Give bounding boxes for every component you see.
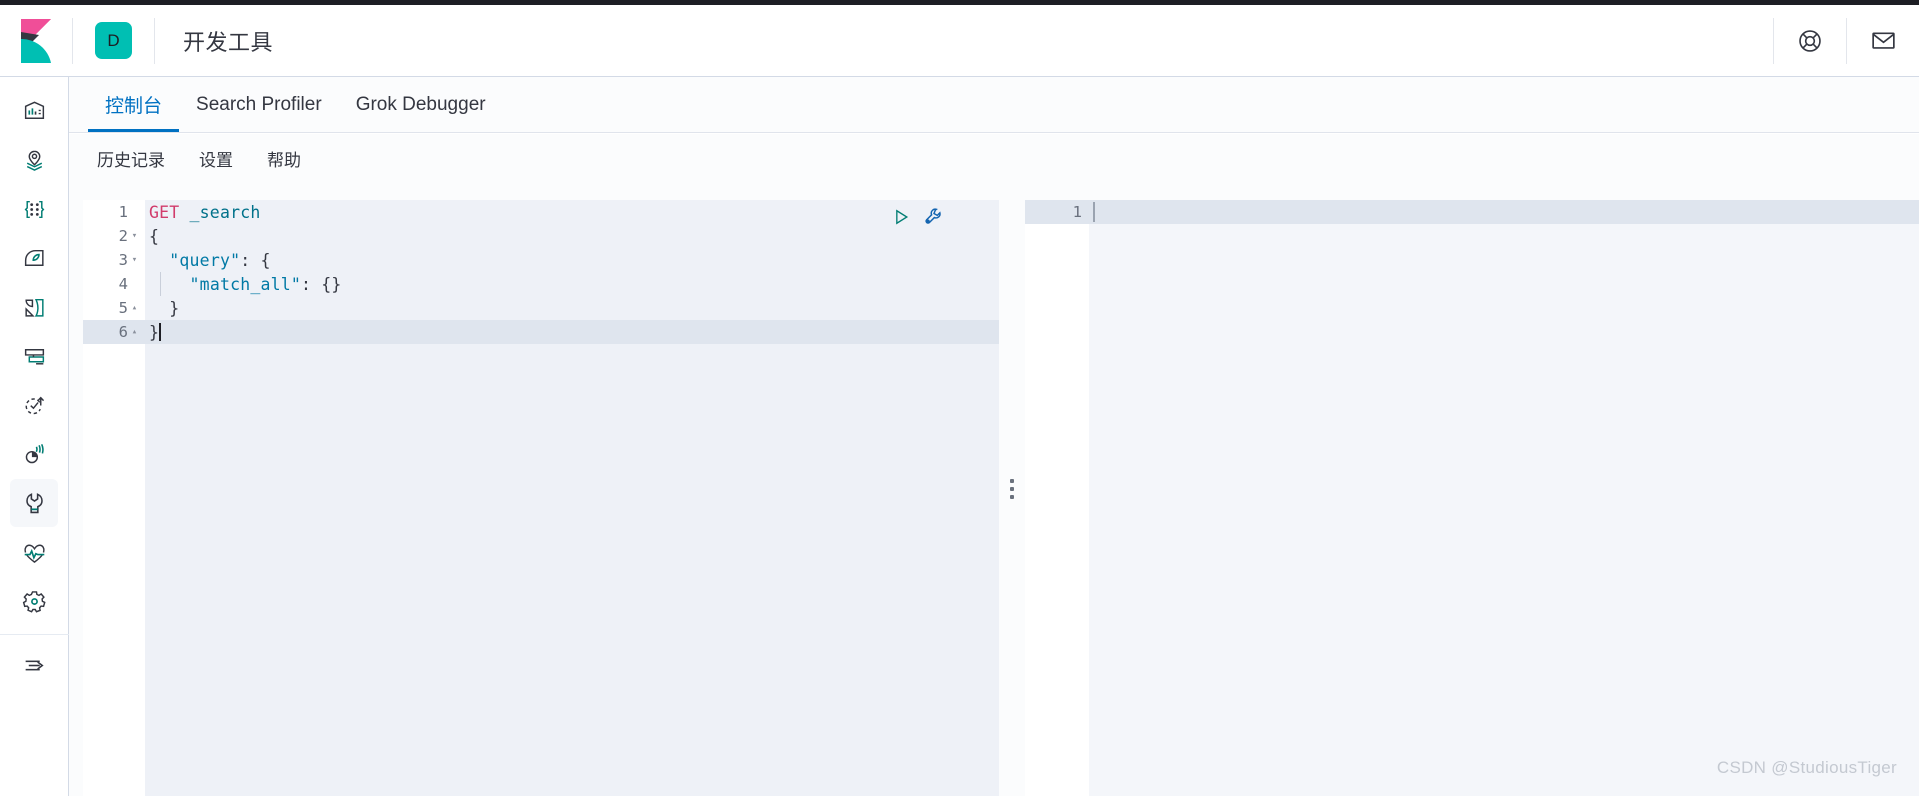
editor-line: 3 ▾ "query": {: [83, 248, 999, 272]
json-punct-token: : {}: [301, 274, 342, 294]
json-key-token: "query": [169, 250, 241, 270]
fold-toggle[interactable]: ▴: [128, 296, 141, 320]
line-number: 4: [83, 272, 145, 296]
editor-code-line: {: [149, 226, 160, 246]
tab-grok-debugger[interactable]: Grok Debugger: [339, 77, 503, 132]
editor-code-line: "match_all": {}: [145, 275, 342, 294]
editor-code-line: "query": {: [145, 251, 271, 270]
response-line-number: 1: [1025, 200, 1089, 224]
json-punct-token: }: [169, 298, 180, 318]
line-number-text: 5: [118, 299, 128, 317]
editor-code-line: GET _search: [145, 203, 260, 222]
pane-resize-handle[interactable]: [999, 182, 1025, 796]
space-avatar: D: [95, 22, 132, 59]
response-gutter: [1025, 200, 1089, 796]
editor-lines: 1 GET _search 2 ▾ { 3 ▾ "query": {4 "ma…: [83, 200, 999, 796]
watermark: CSDN @StudiousTiger: [1716, 758, 1897, 777]
sidebar-item-dashboard[interactable]: [10, 87, 58, 135]
sidebar-item-apm[interactable]: [10, 430, 58, 478]
response-editor[interactable]: 1: [1025, 200, 1919, 796]
line-number: 1: [83, 200, 145, 224]
line-number: 3 ▾: [83, 248, 145, 272]
sidebar-item-rollup-jobs[interactable]: [10, 381, 58, 429]
sidebar-item-monitoring[interactable]: [10, 332, 58, 380]
fold-toggle[interactable]: ▴: [128, 320, 141, 344]
request-options-button[interactable]: [923, 206, 945, 233]
line-number: 2 ▾: [83, 224, 145, 248]
sidebar-item-machine-learning[interactable]: [10, 185, 58, 233]
editor-line: 2 ▾ {: [83, 224, 999, 248]
kibana-logo-icon: [17, 18, 55, 63]
help-button[interactable]: [1774, 5, 1846, 77]
request-editor[interactable]: 1 GET _search 2 ▾ { 3 ▾ "query": {4 "ma…: [83, 200, 999, 796]
editor-action-buttons: [891, 206, 945, 233]
line-number: 6 ▴: [83, 320, 145, 344]
visualize-shapes-icon: [22, 295, 47, 320]
kibana-dev-tools-console: D 开发工具 控制台 Search Profiler Grok Debugger…: [0, 0, 1919, 796]
envelope-icon: [1870, 27, 1897, 54]
life-ring-icon: [1797, 28, 1823, 54]
console-body: 1 GET _search 2 ▾ { 3 ▾ "query": {4 "ma…: [69, 182, 1919, 796]
global-header: D 开发工具: [0, 5, 1919, 77]
line-number-text: 6: [118, 323, 128, 341]
space-selector-button[interactable]: D: [73, 22, 154, 59]
tab-search-profiler[interactable]: Search Profiler: [179, 77, 339, 132]
send-request-button[interactable]: [891, 207, 911, 232]
sidebar-collapse-button[interactable]: [10, 641, 58, 689]
news-feed-button[interactable]: [1847, 5, 1919, 77]
fold-toggle[interactable]: ▾: [128, 248, 141, 272]
heartbeat-icon: [22, 540, 47, 565]
editor-line: 4 "match_all": {}: [83, 272, 999, 296]
play-triangle-icon: [896, 209, 909, 225]
dev-tools-tabs: 控制台 Search Profiler Grok Debugger: [69, 77, 1919, 133]
line-number-text: 2: [118, 227, 128, 245]
sidebar-item-graph[interactable]: [10, 234, 58, 282]
subnav-help[interactable]: 帮助: [261, 143, 307, 174]
gear-icon: [22, 589, 47, 614]
graph-icon: [22, 246, 47, 271]
line-number-text: 1: [118, 203, 128, 221]
editor-code-line: }: [145, 299, 179, 318]
response-content: [1095, 200, 1919, 224]
apm-signal-icon: [22, 442, 47, 467]
monitor-screen-icon: [22, 344, 47, 369]
sidebar-item-management[interactable]: [10, 577, 58, 625]
json-punct-token: }: [149, 322, 160, 342]
editor-line-active: 6 ▴ }: [83, 320, 999, 344]
kibana-logo-button[interactable]: [0, 5, 72, 77]
drag-dots-icon: [1010, 479, 1014, 499]
subnav-settings[interactable]: 设置: [193, 143, 239, 174]
console-subnav: 历史记录 设置 帮助: [69, 134, 1919, 182]
maps-pin-layers-icon: [22, 148, 47, 173]
http-method-token: GET: [149, 202, 180, 222]
dashboard-icon: [22, 99, 47, 124]
line-number-text: 3: [118, 251, 128, 269]
sidebar-divider: [0, 634, 69, 635]
sidebar-item-dev-tools[interactable]: [10, 479, 58, 527]
primary-sidebar: [0, 77, 69, 796]
response-line: 1: [1025, 200, 1919, 224]
editor-line: 5 ▴ }: [83, 296, 999, 320]
collapse-arrow-icon: [22, 653, 47, 678]
editor-code-line: }: [145, 322, 161, 342]
rollup-clock-arrow-icon: [22, 393, 47, 418]
indent-guide: [160, 272, 161, 296]
tab-console[interactable]: 控制台: [88, 77, 180, 132]
wrench-settings-icon: [925, 208, 941, 224]
machine-learning-dots-icon: [22, 197, 47, 222]
json-key-token: "match_all": [189, 274, 302, 294]
json-punct-token: : {: [240, 250, 271, 270]
sidebar-item-maps[interactable]: [10, 136, 58, 184]
wrench-icon: [22, 491, 47, 516]
endpoint-token: _search: [179, 202, 261, 222]
editor-line: 1 GET _search: [83, 200, 999, 224]
subnav-history[interactable]: 历史记录: [91, 143, 171, 174]
text-caret: [159, 322, 161, 341]
sidebar-item-uptime[interactable]: [10, 528, 58, 576]
line-number-text: 4: [118, 275, 128, 293]
page-title: 开发工具: [183, 29, 274, 55]
line-number: 5 ▴: [83, 296, 145, 320]
fold-toggle[interactable]: ▾: [128, 224, 141, 248]
sidebar-item-visualize[interactable]: [10, 283, 58, 331]
